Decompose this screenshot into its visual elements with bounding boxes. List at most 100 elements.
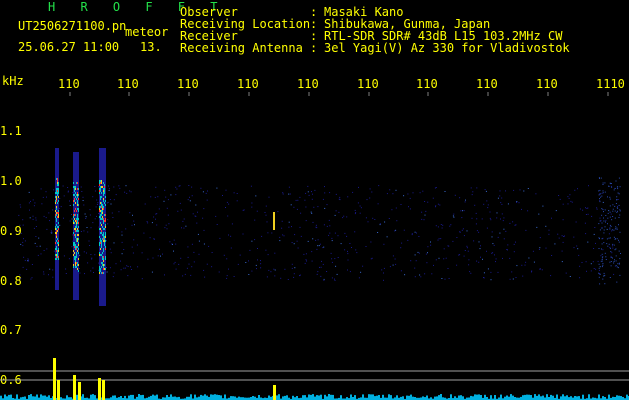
echo-pixel: [103, 276, 104, 278]
echo-pixel: [102, 280, 103, 282]
intensity-bar: [206, 395, 208, 400]
echo-pixel: [101, 302, 102, 304]
noise-dot: [613, 189, 615, 191]
echo-pixel: [58, 230, 59, 232]
echo-pixel: [75, 248, 76, 250]
echo-pixel: [77, 210, 78, 212]
echo-pixel: [105, 274, 106, 276]
intensity-bar: [194, 394, 196, 400]
echo-pixel: [56, 210, 57, 212]
noise-dot: [95, 206, 97, 208]
noise-dot: [394, 258, 396, 260]
echo-pixel: [55, 150, 56, 152]
echo-pixel: [78, 254, 79, 256]
noise-dot: [610, 265, 612, 267]
echo-pixel: [104, 284, 105, 286]
noise-dot: [614, 188, 616, 189]
noise-dot: [352, 191, 354, 193]
echo-pixel: [73, 276, 74, 278]
noise-dot: [617, 210, 618, 212]
noise-dot: [463, 235, 465, 237]
intensity-bar: [372, 394, 374, 400]
echo-pixel: [56, 278, 57, 280]
echo-pixel: [103, 194, 104, 196]
noise-dot: [305, 253, 307, 255]
noise-dot: [226, 258, 228, 260]
echo-pixel: [103, 196, 104, 198]
noise-dot: [618, 239, 619, 241]
echo-pixel: [78, 256, 79, 258]
noise-dot: [196, 222, 198, 224]
echo-pixel: [58, 210, 59, 212]
echo-pixel: [56, 226, 57, 228]
noise-dot: [291, 226, 292, 228]
noise-dot: [293, 243, 295, 245]
echo-pixel: [105, 298, 106, 300]
noise-dot: [42, 196, 44, 198]
noise-dot: [203, 243, 205, 245]
noise-dot: [471, 217, 473, 219]
noise-dot: [230, 235, 232, 237]
noise-dot: [489, 217, 491, 219]
echo-pixel: [56, 188, 57, 190]
noise-dot: [587, 207, 589, 209]
echo-pixel: [77, 176, 78, 178]
noise-dot: [421, 218, 423, 220]
noise-dot: [612, 210, 614, 212]
intensity-bar: [326, 396, 328, 400]
echo-pixel: [56, 156, 57, 158]
intensity-bar: [524, 394, 526, 400]
noise-dot: [619, 214, 621, 216]
echo-pixel: [73, 236, 74, 238]
x-tick-marks: [69, 92, 609, 96]
echo-pixel: [74, 246, 75, 248]
echo-pixel: [104, 266, 105, 268]
noise-dot: [414, 231, 416, 233]
noise-dot: [598, 248, 600, 249]
noise-dot: [400, 270, 402, 272]
echo-pixel: [58, 256, 59, 258]
echo-pixel: [76, 198, 77, 200]
noise-dot: [531, 271, 532, 273]
echo-pixel: [57, 174, 58, 176]
noise-dot: [141, 278, 143, 280]
echo-pixel: [78, 250, 79, 252]
echo-pixel: [77, 246, 78, 248]
noise-dot: [239, 254, 241, 256]
noise-dot: [87, 231, 89, 233]
echo-pixel: [55, 168, 56, 170]
echo-pixel: [78, 154, 79, 156]
noise-dot: [176, 188, 178, 190]
echo-pixel: [57, 156, 58, 158]
echo-pixel: [78, 198, 79, 200]
echo-pixel: [73, 158, 74, 160]
noise-dot: [444, 278, 446, 280]
echo-pixel: [76, 152, 77, 154]
noise-dot: [595, 242, 596, 244]
noise-dot: [425, 210, 427, 212]
echo-pixel: [100, 174, 101, 176]
echo-pixel: [76, 160, 77, 162]
intensity-bar: [312, 394, 314, 400]
noise-dot: [197, 211, 198, 213]
echo-pixel: [78, 292, 79, 294]
echo-pixel: [105, 170, 106, 172]
echo-pixel: [105, 212, 106, 214]
meteor-echoes: [55, 148, 275, 306]
echo-pixel: [100, 262, 101, 264]
noise-dot: [490, 279, 492, 281]
noise-dot: [598, 272, 600, 274]
noise-dot: [347, 196, 349, 198]
echo-pixel: [55, 258, 56, 260]
intensity-bar: [376, 395, 378, 400]
echo-pixel: [57, 240, 58, 242]
echo-pixel: [99, 262, 100, 264]
noise-dot: [35, 217, 37, 219]
echo-pixel: [76, 220, 77, 222]
echo-pixel: [75, 272, 76, 274]
noise-dot: [35, 236, 37, 237]
noise-dot: [118, 211, 120, 213]
noise-dot: [270, 271, 272, 273]
noise-dot: [586, 270, 587, 272]
noise-dot: [151, 222, 153, 224]
